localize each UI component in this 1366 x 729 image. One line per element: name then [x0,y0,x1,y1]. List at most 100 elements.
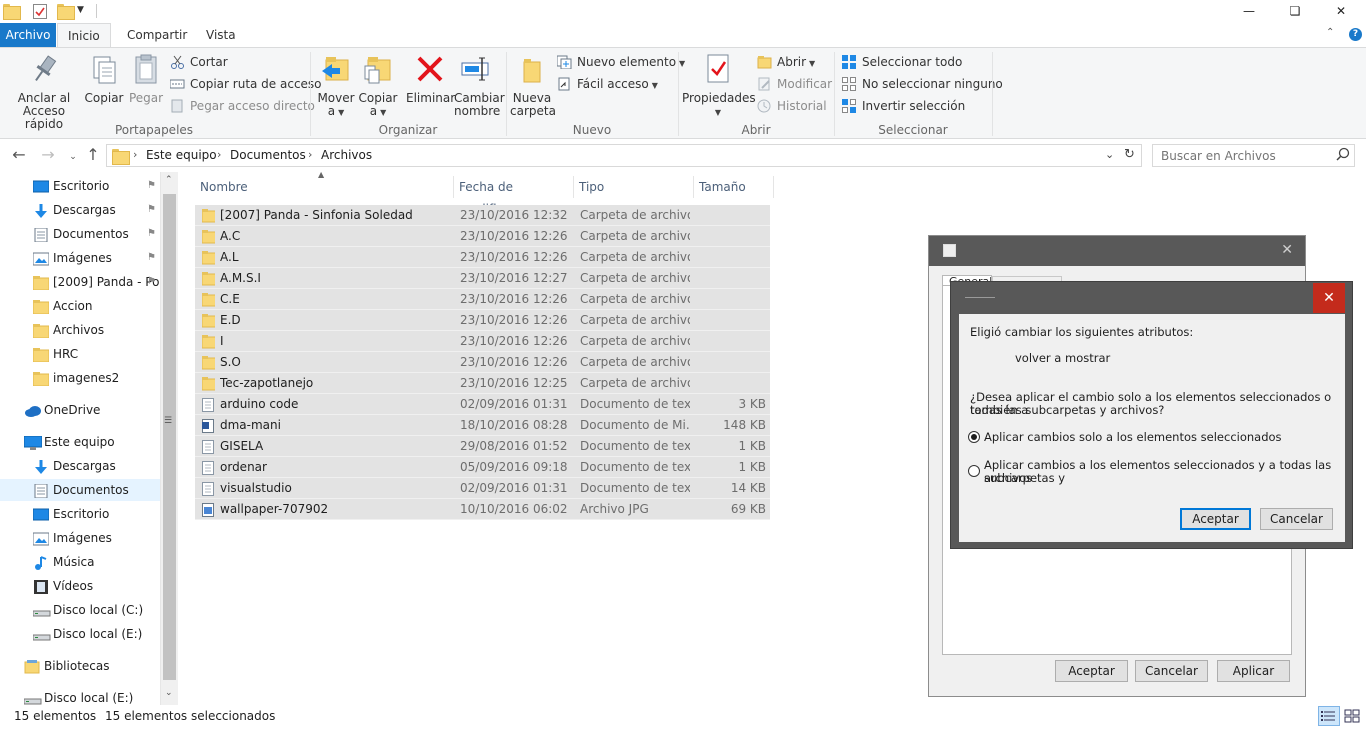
option-recursive-label-1[interactable]: Aplicar cambios a los elementos seleccio… [984,459,1344,485]
edit-button[interactable]: Modificar [757,74,832,94]
sidebar-item[interactable]: Este equipo [0,431,160,453]
tab-file[interactable]: Archivo [0,23,56,47]
collapse-ribbon-icon[interactable]: ⌃ [1326,27,1334,38]
sidebar-item[interactable]: Disco local (E:) [0,623,160,645]
column-header-type[interactable]: Tipo [574,176,694,198]
file-row[interactable]: arduino code 02/09/2016 01:31 a... Documen… [195,394,770,415]
sidebar-item[interactable]: Descargas [0,455,160,477]
file-row[interactable]: A.L 23/10/2016 12:26 ... Carpeta de archiv… [195,247,770,268]
confirm-close-icon[interactable]: ✕ [1313,283,1345,313]
option-selected-only-label[interactable]: Aplicar cambios solo a los elementos sel… [984,431,1282,444]
search-box[interactable] [1152,144,1355,167]
sidebar-item[interactable]: Descargas ⚑ [0,199,160,221]
sidebar-item[interactable]: [2009] Panda - Po ⚑ [0,271,160,293]
copy-path-button[interactable]: Copiar ruta de acceso [169,74,322,94]
column-header-name[interactable]: Nombre [195,176,454,198]
open-button[interactable]: Abrir ▼ [757,52,815,72]
search-input[interactable] [1153,145,1323,166]
rename-button[interactable]: Cambiar nombre [454,52,505,118]
scroll-up-icon[interactable]: ⌃ [165,175,173,185]
sidebar-item[interactable]: Escritorio ⚑ [0,175,160,197]
file-row[interactable]: dma-mani 18/10/2016 08:28 a... Documento d… [195,415,770,436]
recent-locations-icon[interactable]: ⌄ [63,148,83,166]
column-header-size[interactable]: Tamaño [694,176,774,198]
details-view-icon[interactable] [1318,706,1340,726]
file-row[interactable]: ordenar 05/09/2016 09:18 a... Documento de… [195,457,770,478]
column-header-date[interactable]: Fecha de modifica... [454,176,574,216]
pin-icon[interactable]: ⚑ [147,247,156,269]
tab-view[interactable]: Vista [196,23,246,47]
properties-dialog-titlebar[interactable]: ✕ [929,236,1305,266]
sidebar-item[interactable]: Bibliotecas [0,655,160,677]
confirm-dialog-titlebar[interactable]: ✕ [951,282,1352,314]
sidebar-item[interactable]: Imágenes ⚑ [0,247,160,269]
close-window-button[interactable]: ✕ [1318,0,1364,23]
move-to-button[interactable]: Mover a ▼ [316,52,356,119]
sidebar-item[interactable]: HRC [0,343,160,365]
delete-button[interactable]: Eliminar [406,52,455,105]
forward-icon[interactable]: → [38,146,58,164]
back-icon[interactable]: ← [9,146,29,164]
scrollbar-thumb[interactable] [163,194,176,680]
address-bar[interactable]: › Este equipo › Documentos › Archivos ⌄ … [106,144,1142,167]
properties-apply-button[interactable]: Aplicar [1217,660,1290,682]
address-dropdown-icon[interactable]: ⌄ [1105,148,1114,161]
breadcrumb-separator-icon[interactable]: › [308,148,312,161]
copy-to-button[interactable]: Copiar a ▼ [358,52,398,119]
tab-share[interactable]: Compartir [117,23,197,47]
breadcrumb-separator-icon[interactable]: › [217,148,221,161]
properties-button[interactable]: Propiedades ▼ [682,52,756,119]
file-row[interactable]: E.D 23/10/2016 12:26 ... Carpeta de archiv… [195,310,770,331]
sidebar-item[interactable]: Archivos [0,319,160,341]
file-row[interactable]: Tec-zapotlanejo 23/10/2016 12:25 ... Carpe… [195,373,770,394]
breadcrumb-archivos[interactable]: Archivos [321,148,372,162]
breadcrumb-documents[interactable]: Documentos [230,148,306,162]
sidebar-item[interactable]: Imágenes [0,527,160,549]
splitter-grip-icon[interactable]: ☰ [164,416,172,426]
file-row[interactable]: wallpaper-707902 10/10/2016 06:02 a... Arc… [195,499,770,520]
sidebar-item[interactable]: imagenes2 [0,367,160,389]
new-folder-button[interactable]: Nueva carpeta [510,52,556,118]
file-row[interactable]: [2007] Panda - Sinfonia Soledad 23/10/201… [195,205,770,226]
copy-button[interactable]: Copiar [84,52,124,105]
file-row[interactable]: GISELA 29/08/2016 01:52 ... Documento de t… [195,436,770,457]
navigation-scrollbar[interactable]: ⌃ ☰ ⌄ [160,172,178,705]
file-row[interactable]: S.O 23/10/2016 12:26 ... Carpeta de archiv… [195,352,770,373]
properties-ok-button[interactable]: Aceptar [1055,660,1128,682]
paste-shortcut-button[interactable]: Pegar acceso directo [170,96,315,116]
file-row[interactable]: A.M.S.I 23/10/2016 12:27 ... Carpeta de ar… [195,268,770,289]
up-icon[interactable]: ↑ [83,146,103,164]
pin-icon[interactable]: ⚑ [147,199,156,221]
option-selected-only-radio[interactable] [968,431,980,443]
tab-home[interactable]: Inicio [57,23,111,47]
invert-selection-button[interactable]: Invertir selección [842,96,965,116]
sidebar-item[interactable]: Accion [0,295,160,317]
confirm-cancel-button[interactable]: Cancelar [1260,508,1333,530]
pin-quick-access-button[interactable]: Anclar al Acceso rápido [4,52,84,131]
help-icon[interactable]: ? [1349,28,1362,41]
customize-quick-access-icon[interactable]: ▼ [77,5,84,15]
select-none-button[interactable]: No seleccionar ninguno [842,74,1003,94]
sidebar-item[interactable]: Disco local (C:) [0,599,160,621]
sidebar-item[interactable]: Vídeos [0,575,160,597]
paste-button[interactable]: Pegar [126,52,166,105]
easy-access-button[interactable]: Fácil acceso ▼ [557,74,658,94]
option-recursive-label-2[interactable]: archivos [984,472,1032,485]
history-button[interactable]: Historial [757,96,827,116]
sidebar-item[interactable]: Documentos [0,479,160,501]
option-recursive-radio[interactable] [968,465,980,477]
select-all-button[interactable]: Seleccionar todo [842,52,962,72]
properties-dropdown-icon[interactable]: ▼ [682,105,754,119]
properties-close-icon[interactable]: ✕ [1281,242,1293,258]
pin-icon[interactable]: ⚑ [147,223,156,245]
scroll-down-icon[interactable]: ⌄ [165,688,173,698]
maximize-button[interactable]: ❏ [1272,0,1318,23]
new-folder-quick-icon[interactable] [57,4,75,21]
sidebar-item[interactable]: OneDrive [0,399,160,421]
refresh-icon[interactable]: ↻ [1124,147,1135,162]
properties-cancel-button[interactable]: Cancelar [1135,660,1208,682]
pin-icon[interactable]: ⚑ [147,271,156,293]
file-row[interactable]: visualstudio 02/09/2016 01:31 a... Documen… [195,478,770,499]
sidebar-item[interactable]: Documentos ⚑ [0,223,160,245]
pin-icon[interactable]: ⚑ [147,175,156,197]
